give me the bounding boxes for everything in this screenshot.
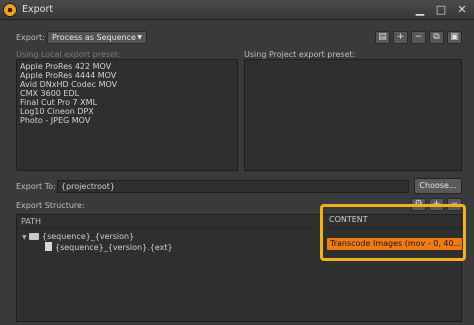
add-preset-button[interactable]: + <box>393 31 408 44</box>
plus-icon: + <box>396 32 405 42</box>
file-name: {sequence}_{version}.{ext} <box>55 243 173 252</box>
project-preset-list[interactable] <box>244 59 462 171</box>
export-label: Export: <box>16 33 45 42</box>
export-to-value: {projectroot} <box>61 182 115 191</box>
export-structure-label: Export Structure: <box>16 201 85 210</box>
list-item[interactable]: Photo - JPEG MOV <box>20 116 234 125</box>
content-highlight-box <box>320 204 466 261</box>
list-item[interactable]: Apple ProRes 4444 MOV <box>20 71 234 80</box>
document-icon: ▤ <box>378 32 387 42</box>
app-logo-icon <box>3 3 17 17</box>
list-item[interactable]: Final Cut Pro 7 XML <box>20 98 234 107</box>
path-column-header[interactable]: PATH <box>17 215 317 228</box>
new-preset-button[interactable]: ▤ <box>375 31 390 44</box>
local-presets-label: Using Local export preset: <box>16 50 121 59</box>
maximize-icon[interactable]: □ <box>433 2 449 17</box>
export-to-field[interactable]: {projectroot} <box>57 180 409 193</box>
list-item[interactable]: Log10 Cineon DPX <box>20 107 234 116</box>
window-title: Export <box>22 4 54 15</box>
export-mode-dropdown[interactable]: Process as Sequence ▼ <box>47 31 147 44</box>
choose-button[interactable]: Choose... <box>414 178 462 194</box>
copy-icon: ⧉ <box>433 32 440 42</box>
chevron-down-icon: ▼ <box>137 34 142 41</box>
list-item[interactable]: Avid DNxHD Codec MOV <box>20 80 234 89</box>
folder-name: {sequence}_{version} <box>42 232 135 241</box>
list-item[interactable]: Apple ProRes 422 MOV <box>20 62 234 71</box>
tree-row-file[interactable]: {sequence}_{version}.{ext} <box>45 242 173 253</box>
folder-icon <box>29 233 39 240</box>
export-mode-value: Process as Sequence <box>52 33 136 42</box>
title-bar: Export ▁ □ ✕ <box>0 0 474 20</box>
save-preset-button[interactable]: ▣ <box>447 31 462 44</box>
remove-preset-button[interactable]: − <box>411 31 426 44</box>
collapse-icon[interactable]: ▼ <box>22 233 29 243</box>
file-icon <box>45 242 52 251</box>
export-to-label: Export To: <box>16 182 56 191</box>
duplicate-preset-button[interactable]: ⧉ <box>429 31 444 44</box>
project-presets-label: Using Project export preset: <box>244 50 356 59</box>
save-icon: ▣ <box>450 32 459 42</box>
local-preset-list[interactable]: Apple ProRes 422 MOV Apple ProRes 4444 M… <box>16 59 238 171</box>
minus-icon: − <box>414 32 423 42</box>
list-item[interactable]: CMX 3600 EDL <box>20 89 234 98</box>
minimize-icon[interactable]: ▁ <box>412 2 428 17</box>
close-icon[interactable]: ✕ <box>454 2 470 17</box>
